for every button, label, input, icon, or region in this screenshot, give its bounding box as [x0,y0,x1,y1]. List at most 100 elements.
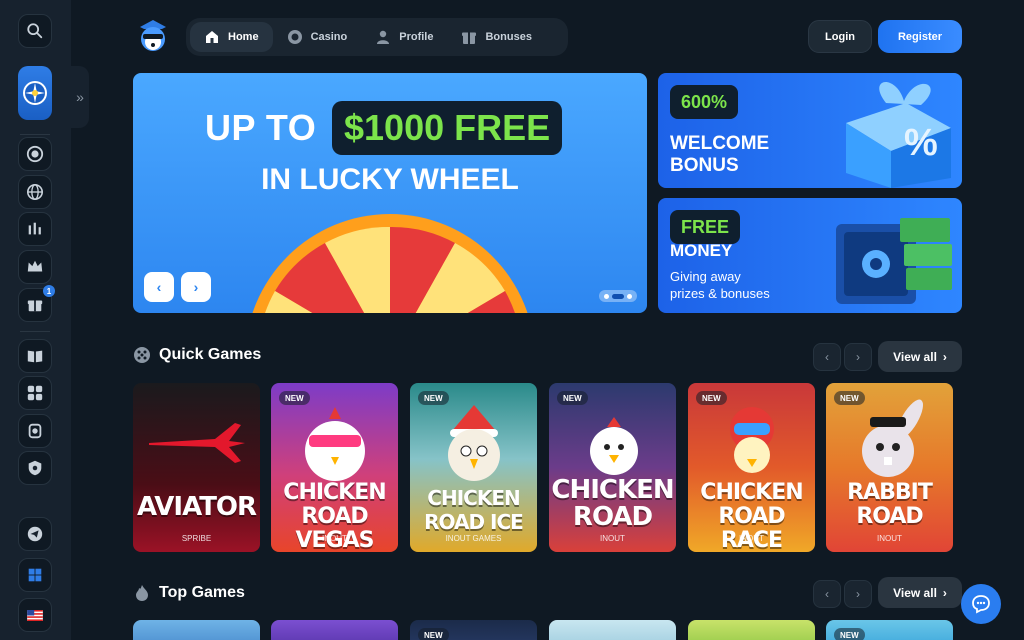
carousel-dots[interactable] [599,290,637,302]
hero-line1: UP TO [205,107,317,148]
top-game-card[interactable]: NEW [826,620,953,640]
telegram-icon [27,526,43,542]
game-title-line1: CHICKEN [427,486,520,510]
promo-title: MONEY [670,241,733,260]
live-chat-button[interactable] [961,584,1001,624]
sidebar-item-sports[interactable] [18,212,52,246]
game-card-aviator[interactable]: AVIATOR SPRIBE [133,383,260,552]
game-card-chicken-road[interactable]: NEW CHICKEN ROAD INOUT [549,383,676,552]
chevron-right-icon: › [193,279,199,295]
register-button[interactable]: Register [878,20,962,53]
lucky-wheel-illustration [252,214,528,313]
top-game-card[interactable] [133,620,260,640]
promo-subtitle-line1: Giving away [670,269,741,284]
chevron-right-icon: › [942,585,947,600]
promo-title-line1: WELCOME [670,133,770,154]
carousel-dot[interactable] [627,293,632,299]
top-prev-button[interactable]: ‹ [813,580,841,608]
new-badge: NEW [279,391,310,405]
game-provider: INOUT [739,534,764,543]
game-card-rabbit-road[interactable]: NEW RABBIT ROAD INOUT [826,383,953,552]
sidebar-item-security[interactable] [18,451,52,485]
game-card-chicken-road-ice[interactable]: NEW CHICKEN ROAD ICE INOUT GAMES [410,383,537,552]
main-nav: Home Casino Profile Bonuses [186,18,568,56]
nav-profile[interactable]: Profile [361,22,447,52]
chevron-right-icon: › [856,350,860,364]
game-title-line1: CHICKEN [283,480,386,505]
sidebar-item-gifts[interactable]: 1 [18,285,55,322]
casino-chip-icon [26,145,44,163]
sidebar-item-globe[interactable] [18,175,52,209]
home-icon [206,31,218,43]
new-badge: NEW [834,391,865,405]
gift-icon [462,32,477,44]
promo-welcome-bonus[interactable]: % 600% WELCOME BONUS [658,73,962,188]
game-title: CHICKEN ROAD [549,477,676,531]
section-quick-games: Quick Games [133,346,261,364]
sidebar-item-windows-app[interactable] [18,558,52,592]
sidebar-item-games[interactable] [18,376,52,410]
section-title: Quick Games [159,346,262,363]
game-title: AVIATOR [136,492,257,522]
game-card-chicken-road-race[interactable]: NEW CHICKEN ROAD RACE INOUT [688,383,815,552]
chicken-racer-illustration [730,407,774,473]
nav-casino[interactable]: Casino [273,22,362,52]
game-title-line1: CHICKEN [700,480,803,505]
search-button[interactable] [18,14,52,48]
sidebar-item-rules[interactable] [18,339,52,373]
chevron-left-icon: ‹ [825,587,829,601]
nav-bonuses[interactable]: Bonuses [447,22,545,52]
top-game-card[interactable]: NEW [410,620,537,640]
lucky-wheel-button[interactable] [18,66,52,120]
hero-highlight-text: $1000 FREE [344,107,551,148]
tournament-icon [28,423,42,439]
language-selector[interactable] [18,598,52,632]
game-provider: INOUT [322,534,347,543]
dice-icon [134,347,150,363]
promo-subtitle: Giving away prizes & bonuses [670,268,770,302]
top-next-button[interactable]: › [844,580,872,608]
promo-tag: FREE [670,210,741,244]
hero-next-button[interactable]: › [181,272,211,302]
promo-free-money[interactable]: FREE MONEY Giving away prizes & bonuses [658,198,962,313]
sidebar-item-telegram[interactable] [18,517,52,551]
quick-next-button[interactable]: › [844,343,872,371]
sidebar-item-tournaments[interactable] [18,414,52,448]
top-game-card[interactable] [549,620,676,640]
hero-line2: IN LUCKY WHEEL [261,163,519,196]
expand-icon: » [76,89,84,105]
top-view-all-button[interactable]: View all › [878,577,962,608]
top-game-card[interactable] [271,620,398,640]
new-badge: NEW [557,391,588,405]
carousel-dot-active[interactable] [612,293,624,299]
logo[interactable] [134,17,172,55]
book-icon [27,350,43,363]
game-title-line2: ROAD VEGAS [295,504,375,553]
sidebar-item-vip[interactable] [18,250,52,284]
sports-icon [28,222,41,235]
section-top-games: Top Games [133,584,245,602]
hero-prev-button[interactable]: ‹ [144,272,174,302]
promo-subtitle-line2: prizes & bonuses [670,286,770,301]
quick-prev-button[interactable]: ‹ [813,343,841,371]
nav-label: Home [228,31,259,43]
flag-us-icon [27,609,43,621]
game-provider: INOUT GAMES [445,534,502,543]
new-badge: NEW [696,391,727,405]
game-title-line2: ROAD ICE [424,510,524,534]
sidebar-expand-button[interactable]: » [71,66,89,128]
svg-text:%: % [904,122,938,164]
view-all-label: View all [893,349,937,364]
game-card-chicken-road-vegas[interactable]: NEW CHICKEN ROAD VEGAS INOUT [271,383,398,552]
chevron-right-icon: › [942,349,947,364]
sidebar-item-casino[interactable] [18,137,52,171]
login-button[interactable]: Login [808,20,872,53]
carousel-dot[interactable] [604,293,609,299]
search-icon [27,23,43,39]
top-game-card[interactable] [688,620,815,640]
hero-highlight: $1000 FREE [332,101,563,155]
hero-banner[interactable]: UP TO $1000 FREE IN LUCKY WHEEL ‹ › [133,73,647,313]
nav-home[interactable]: Home [190,22,273,52]
new-badge: NEW [834,628,865,640]
quick-view-all-button[interactable]: View all › [878,341,962,372]
